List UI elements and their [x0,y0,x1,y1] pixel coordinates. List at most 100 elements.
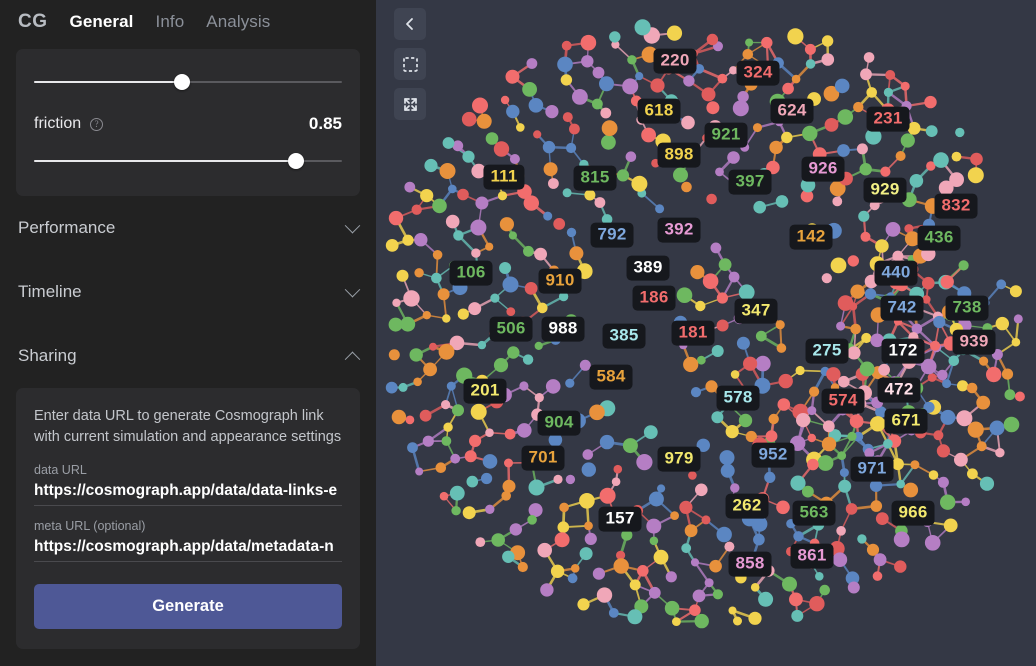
node-label[interactable]: 563 [792,500,836,526]
graph-node[interactable] [577,598,590,611]
graph-node[interactable] [725,425,739,439]
graph-node[interactable] [502,550,515,563]
graph-node[interactable] [534,341,543,350]
graph-node[interactable] [989,420,1005,436]
graph-node[interactable] [485,242,494,251]
graph-node[interactable] [856,143,868,155]
graph-node[interactable] [562,112,573,123]
graph-node[interactable] [609,31,621,43]
node-label[interactable]: 738 [945,295,989,321]
graph-node[interactable] [506,104,520,119]
graph-node[interactable] [838,375,850,388]
graph-node[interactable] [836,321,846,331]
graph-node[interactable] [847,581,860,594]
graph-node[interactable] [860,231,871,242]
graph-node[interactable] [491,533,505,547]
graph-node[interactable] [553,474,563,484]
graph-node[interactable] [930,340,941,351]
graph-node[interactable] [553,218,566,230]
graph-node[interactable] [736,336,750,350]
graph-node[interactable] [706,193,717,205]
graph-node[interactable] [443,422,453,432]
graph-node[interactable] [666,25,683,41]
graph-node[interactable] [681,181,692,193]
graph-node[interactable] [385,381,398,394]
node-label[interactable]: 898 [657,142,701,168]
graph-node[interactable] [559,502,569,513]
graph-node[interactable] [415,467,424,476]
graph-node[interactable] [476,113,492,129]
graph-node[interactable] [481,472,493,485]
node-label[interactable]: 186 [632,285,676,311]
node-label[interactable]: 910 [538,268,582,294]
graph-node[interactable] [422,311,431,320]
graph-node[interactable] [765,430,778,443]
graph-node[interactable] [777,398,791,411]
graph-node[interactable] [485,132,499,145]
graph-node[interactable] [504,458,513,468]
node-label[interactable]: 578 [716,385,760,411]
graph-node[interactable] [435,462,447,474]
graph-node[interactable] [543,211,553,221]
graph-node[interactable] [690,387,702,398]
graph-node[interactable] [853,101,864,113]
graph-node[interactable] [966,382,978,394]
select-area-button[interactable] [394,48,426,80]
graph-node[interactable] [910,460,920,470]
graph-node[interactable] [883,439,893,449]
graph-node[interactable] [893,531,910,548]
graph-node[interactable] [847,255,859,267]
graph-node[interactable] [497,191,508,201]
graph-node[interactable] [501,491,511,501]
graph-node[interactable] [637,565,649,577]
graph-node[interactable] [519,381,529,391]
graph-node[interactable] [716,526,732,543]
data-url-input[interactable] [34,480,342,507]
node-label[interactable]: 106 [449,260,493,286]
graph-node[interactable] [717,73,728,84]
graph-node[interactable] [657,484,666,493]
graph-node[interactable] [422,435,434,447]
graph-node[interactable] [750,583,760,592]
graph-node[interactable] [582,449,594,460]
graph-node[interactable] [859,163,872,176]
graph-node[interactable] [690,558,700,567]
graph-node[interactable] [826,367,841,382]
node-label[interactable]: 181 [671,320,715,346]
graph-node[interactable] [807,433,816,443]
graph-node[interactable] [943,518,958,533]
graph-node[interactable] [860,68,872,81]
node-label[interactable]: 172 [881,338,925,364]
graph-node[interactable] [506,307,516,316]
graph-node[interactable] [431,272,442,284]
graph-node[interactable] [885,222,901,237]
node-label[interactable]: 742 [880,295,924,321]
node-label[interactable]: 324 [736,60,780,86]
graph-node[interactable] [752,516,768,532]
graph-node[interactable] [634,19,651,36]
graph-node[interactable] [477,340,487,350]
graph-node[interactable] [995,316,1009,331]
graph-node[interactable] [986,366,1002,383]
graph-node[interactable] [1013,314,1023,324]
graph-node[interactable] [724,541,735,552]
graph-node[interactable] [627,55,637,65]
graph-node[interactable] [545,379,561,394]
graph-node[interactable] [445,214,460,229]
graph-node[interactable] [446,381,456,391]
graph-node[interactable] [655,204,665,214]
graph-node[interactable] [711,345,724,357]
graph-node[interactable] [837,144,850,157]
graph-node[interactable] [970,152,983,166]
graph-node[interactable] [592,567,605,580]
graph-node[interactable] [565,474,576,485]
graph-node[interactable] [745,38,754,47]
graph-node[interactable] [1003,416,1020,433]
graph-node[interactable] [957,380,969,392]
section-performance[interactable]: Performance [16,196,361,260]
graph-node[interactable] [635,72,644,81]
node-label[interactable]: 832 [934,193,978,219]
graph-node[interactable] [681,115,695,130]
graph-node[interactable] [737,91,749,103]
graph-node[interactable] [716,319,729,332]
